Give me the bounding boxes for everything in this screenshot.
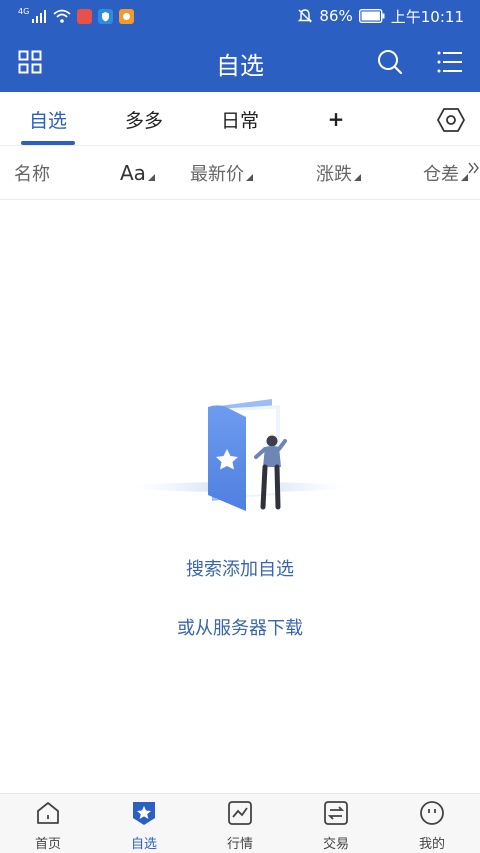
nav-label: 首页 [34,837,61,852]
column-aa-toggle[interactable]: Aa [120,146,155,200]
tab-richang[interactable]: 日常 [204,92,276,146]
nav-item-watchlist[interactable]: 自选 [96,794,192,853]
column-position-diff[interactable]: 仓差 [423,146,468,200]
page-title: 自选 [216,52,264,80]
tab-zixuan[interactable]: 自选 [12,92,84,146]
column-label: 涨跌 [316,164,352,185]
signal-icon [32,10,47,23]
status-right-group: 86% 上午10:11 [297,5,464,27]
active-tab-indicator [21,141,75,145]
star-badge-icon [133,802,155,825]
nav-item-trade[interactable]: 交易 [288,794,384,853]
column-label: 最新价 [190,164,244,185]
battery-icon [358,9,385,23]
menu-icon [437,51,462,73]
hexagon-settings-icon [437,108,465,132]
chart-icon [228,801,252,825]
nav-label: 行情 [226,837,253,852]
sort-triangle-icon [246,174,253,181]
column-label: Aa [120,161,146,185]
exchange-icon [324,801,348,825]
search-icon [378,50,403,75]
home-icon [37,802,59,824]
column-header-row: 名称 Aa 最新价 涨跌 仓差 [0,146,480,200]
columns-more-button[interactable] [468,160,480,174]
tab-label: 日常 [220,109,259,132]
nav-item-home[interactable]: 首页 [0,794,96,853]
tab-settings-button[interactable] [436,105,466,135]
battery-percent: 86% [319,7,353,25]
tab-label: 自选 [28,109,67,132]
app-header: 自选 [0,32,480,92]
double-chevron-right-icon [468,162,479,174]
column-label: 仓差 [423,164,459,185]
tab-duoduo[interactable]: 多多 [108,92,180,146]
clock: 上午10:11 [390,7,464,26]
sort-triangle-icon [461,174,468,181]
search-add-watchlist-link[interactable]: 搜索添加自选 [0,555,480,581]
app-notification-icon-1 [77,8,93,24]
sort-triangle-icon [147,174,155,181]
status-left-group: 4G [18,6,135,25]
nav-label: 交易 [322,837,349,852]
app-notification-icon-2 [119,8,135,24]
menu-button[interactable] [434,46,466,78]
mute-icon [298,9,313,23]
column-label: 名称 [14,164,50,185]
nav-item-market[interactable]: 行情 [192,794,288,853]
tab-label: 多多 [124,109,163,132]
face-icon [420,801,444,825]
column-latest-price[interactable]: 最新价 [190,146,253,200]
shield-app-icon [98,8,114,24]
network-type: 4G [18,6,30,16]
nav-label: 自选 [130,837,157,852]
bottom-navigation: 首页 自选 行情 交易 我的 [0,793,480,853]
add-tab-label: + [327,107,345,131]
nav-label: 我的 [418,837,445,852]
download-from-server-link[interactable]: 或从服务器下载 [0,614,480,640]
watchlist-tab-bar: 自选 多多 日常 + [0,92,480,146]
sort-triangle-icon [354,174,361,181]
search-button[interactable] [374,46,406,78]
empty-watchlist-illustration [135,399,345,511]
add-tab-button[interactable]: + [316,92,356,146]
wifi-icon [53,9,71,23]
column-change[interactable]: 涨跌 [316,146,361,200]
status-bar: 4G 86% 上午10:11 [0,0,480,32]
column-name: 名称 [14,146,50,200]
nav-item-mine[interactable]: 我的 [384,794,480,853]
